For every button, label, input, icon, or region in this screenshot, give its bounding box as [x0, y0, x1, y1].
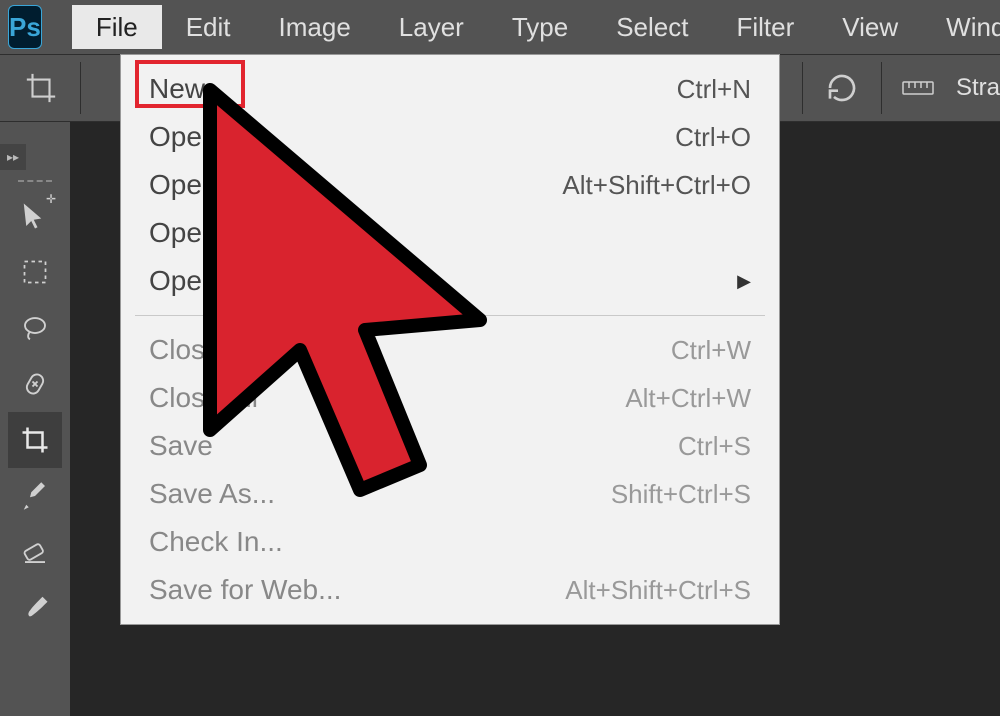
menu-item-close-all[interactable]: Close All Alt+Ctrl+W: [121, 374, 779, 422]
menu-item-open-as[interactable]: Open a: [121, 209, 779, 257]
menu-type[interactable]: Type: [488, 5, 592, 49]
menu-layer[interactable]: Layer: [375, 5, 488, 49]
separator: [881, 62, 882, 114]
rotate-icon[interactable]: [819, 65, 865, 111]
crop-icon[interactable]: [18, 65, 64, 111]
separator: [80, 62, 81, 114]
straighten-icon[interactable]: [898, 65, 938, 111]
crop-tool[interactable]: [8, 412, 62, 468]
menu-bar: Ps File Edit Image Layer Type Select Fil…: [0, 0, 1000, 54]
menu-item-close[interactable]: Close Ctrl+W: [121, 326, 779, 374]
expand-panel-button[interactable]: ▸▸: [0, 144, 26, 170]
menu-item-save-for-web[interactable]: Save for Web... Alt+Shift+Ctrl+S: [121, 566, 779, 614]
menu-item-new[interactable]: New... Ctrl+N: [121, 65, 779, 113]
lasso-tool[interactable]: [8, 300, 62, 356]
tools-panel: ✛: [8, 176, 62, 636]
healing-brush-tool[interactable]: [8, 356, 62, 412]
eraser-tool[interactable]: [8, 524, 62, 580]
eyedropper-tool[interactable]: [8, 468, 62, 524]
move-tool[interactable]: ✛: [8, 188, 62, 244]
menu-item-check-in[interactable]: Check In...: [121, 518, 779, 566]
menu-window[interactable]: Window: [922, 5, 1000, 49]
panel-grip[interactable]: [18, 180, 52, 188]
menu-filter[interactable]: Filter: [712, 5, 818, 49]
menu-edit[interactable]: Edit: [162, 5, 255, 49]
brush-tool[interactable]: [8, 580, 62, 636]
menu-item-open[interactable]: Open Ctrl+O: [121, 113, 779, 161]
file-menu-dropdown: New... Ctrl+N Open Ctrl+O Open Alt+Shift…: [120, 54, 780, 625]
options-label: Stra: [956, 74, 1000, 102]
photoshop-logo: Ps: [8, 5, 42, 49]
menu-select[interactable]: Select: [592, 5, 712, 49]
menu-separator: [135, 315, 765, 316]
menu-item-save-as[interactable]: Save As... Shift+Ctrl+S: [121, 470, 779, 518]
menu-item-open-recent[interactable]: Open R ▶: [121, 257, 779, 305]
logo-text: Ps: [9, 12, 41, 43]
marquee-tool[interactable]: [8, 244, 62, 300]
menu-image[interactable]: Image: [255, 5, 375, 49]
menu-item-open-bridge[interactable]: Open Alt+Shift+Ctrl+O: [121, 161, 779, 209]
separator: [802, 62, 803, 114]
menu-item-save[interactable]: Save Ctrl+S: [121, 422, 779, 470]
menu-file[interactable]: File: [72, 5, 162, 49]
submenu-arrow-icon: ▶: [737, 271, 751, 292]
menu-view[interactable]: View: [818, 5, 922, 49]
